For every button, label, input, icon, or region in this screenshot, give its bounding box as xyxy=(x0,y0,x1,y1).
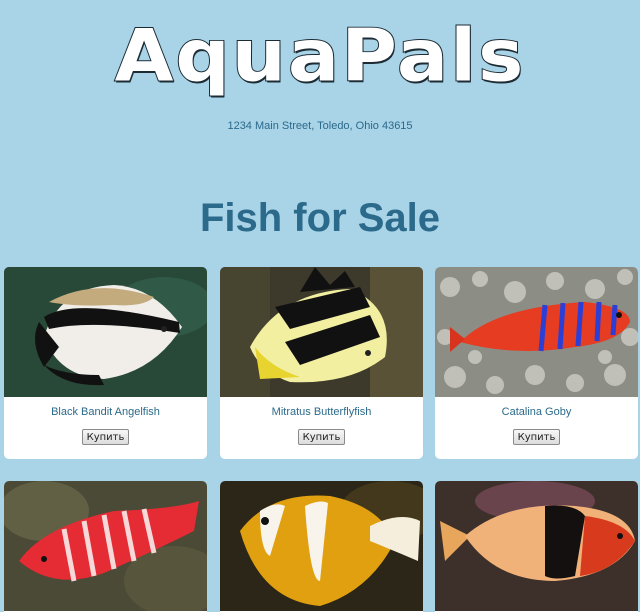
product-photo xyxy=(435,481,638,611)
product-card xyxy=(435,481,638,612)
logo-text: AquaPals xyxy=(114,13,526,98)
page-title: Fish for Sale xyxy=(199,196,441,240)
buy-button[interactable]: Купить xyxy=(81,429,130,445)
product-photo xyxy=(435,267,638,397)
product-card xyxy=(220,481,423,612)
product-photo xyxy=(220,267,423,397)
buy-button[interactable]: Купить xyxy=(297,429,346,445)
product-name: Catalina Goby xyxy=(501,406,572,418)
product-card xyxy=(4,481,207,612)
product-name: Black Bandit Angelfish xyxy=(51,406,160,418)
product-photo xyxy=(220,481,423,611)
store-address: 1234 Main Street, Toledo, Ohio 43615 xyxy=(227,120,413,132)
logo: AquaPals xyxy=(0,14,640,98)
product-card: Catalina Goby Купить xyxy=(435,267,638,459)
product-card: Black Bandit Angelfish Купить xyxy=(4,267,207,459)
buy-button[interactable]: Купить xyxy=(512,429,561,445)
product-name: Mitratus Butterflyfish xyxy=(271,406,372,418)
product-photo xyxy=(4,481,207,611)
product-card: Mitratus Butterflyfish Купить xyxy=(220,267,423,459)
product-photo xyxy=(4,267,207,397)
